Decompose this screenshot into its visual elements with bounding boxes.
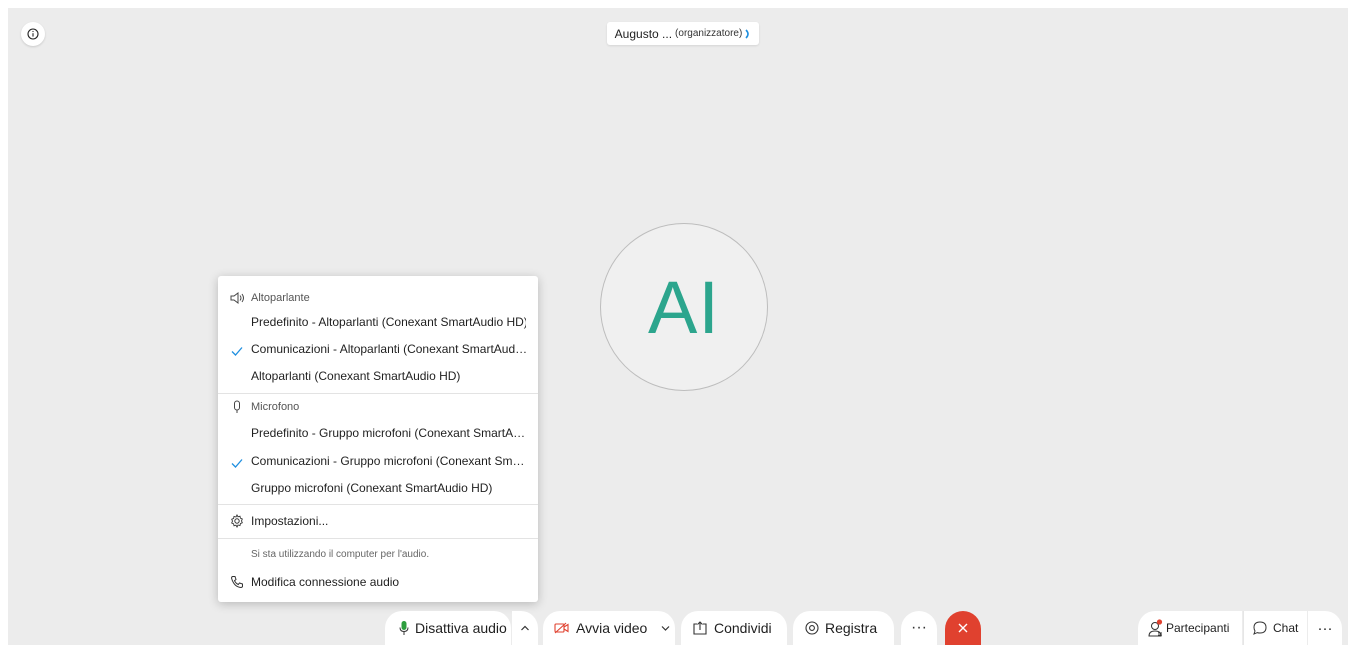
- record-icon: [805, 621, 819, 635]
- chevron-down-icon[interactable]: [661, 625, 670, 631]
- share-button[interactable]: Condividi: [681, 611, 787, 645]
- chat-label: Chat: [1273, 621, 1299, 635]
- audio-device-menu: Altoparlante Predefinito - Altoparlanti …: [218, 276, 538, 602]
- participant-avatar: AI: [600, 223, 768, 391]
- more-options-button[interactable]: ···: [901, 611, 937, 645]
- more-options-label: ···: [911, 619, 927, 636]
- mute-button[interactable]: Disattiva audio: [385, 611, 511, 645]
- avatar-initials: AI: [648, 265, 720, 349]
- microphone-section-title: Microfono: [251, 401, 300, 413]
- menu-divider: [218, 393, 538, 394]
- settings-item[interactable]: Impostazioni...: [251, 512, 526, 530]
- settings-gear-icon: [229, 513, 245, 529]
- speaker-selected-check-icon: [231, 347, 243, 356]
- record-button[interactable]: Registra: [793, 611, 894, 645]
- speaker-option-default[interactable]: Predefinito - Altoparlanti (Conexant Sma…: [251, 313, 526, 331]
- mic-option-array[interactable]: Gruppo microfoni (Conexant SmartAudio HD…: [251, 479, 526, 497]
- end-call-button[interactable]: [945, 611, 981, 645]
- right-more-button[interactable]: ···: [1308, 611, 1342, 645]
- chevron-up-icon: [521, 625, 529, 631]
- close-icon: [958, 623, 968, 633]
- speaking-indicator-icon: [745, 28, 750, 39]
- menu-divider: [218, 504, 538, 505]
- phone-icon: [229, 574, 245, 590]
- microphone-icon: [229, 399, 245, 415]
- chat-button[interactable]: Chat: [1243, 611, 1307, 645]
- microphone-on-icon: [399, 621, 409, 635]
- share-label: Condividi: [714, 620, 772, 636]
- mic-option-communications[interactable]: Comunicazioni - Gruppo microfoni (Conexa…: [251, 452, 526, 470]
- participants-icon: [1148, 619, 1163, 637]
- chat-icon: [1253, 621, 1267, 635]
- info-button[interactable]: [21, 22, 45, 46]
- participants-label: Partecipanti: [1166, 621, 1230, 635]
- record-label: Registra: [825, 620, 878, 636]
- participant-name-tag: Augusto ... (organizzatore): [607, 22, 759, 45]
- start-video-label: Avvia video: [576, 620, 648, 636]
- share-icon: [693, 621, 707, 635]
- participant-name: Augusto ...: [614, 26, 673, 41]
- mute-button-label: Disattiva audio: [415, 620, 507, 636]
- menu-divider: [218, 538, 538, 539]
- audio-source-note: Si sta utilizzando il computer per l'aud…: [251, 549, 430, 560]
- speaker-section-title: Altoparlante: [251, 292, 310, 304]
- speaker-option-speakers[interactable]: Altoparlanti (Conexant SmartAudio HD): [251, 367, 526, 385]
- participants-button[interactable]: Partecipanti: [1138, 611, 1242, 645]
- start-video-button[interactable]: Avvia video: [543, 611, 675, 645]
- info-icon: [27, 28, 39, 40]
- change-audio-connection-item[interactable]: Modifica connessione audio: [251, 573, 526, 591]
- mic-selected-check-icon: [231, 459, 243, 468]
- right-more-label: ···: [1317, 619, 1333, 637]
- video-off-icon: [554, 622, 569, 634]
- mic-option-default[interactable]: Predefinito - Gruppo microfoni (Conexant…: [251, 424, 526, 442]
- speaker-option-communications[interactable]: Comunicazioni - Altoparlanti (Conexant S…: [251, 340, 526, 358]
- speaker-icon: [229, 290, 245, 306]
- participant-role: (organizzatore): [675, 28, 743, 39]
